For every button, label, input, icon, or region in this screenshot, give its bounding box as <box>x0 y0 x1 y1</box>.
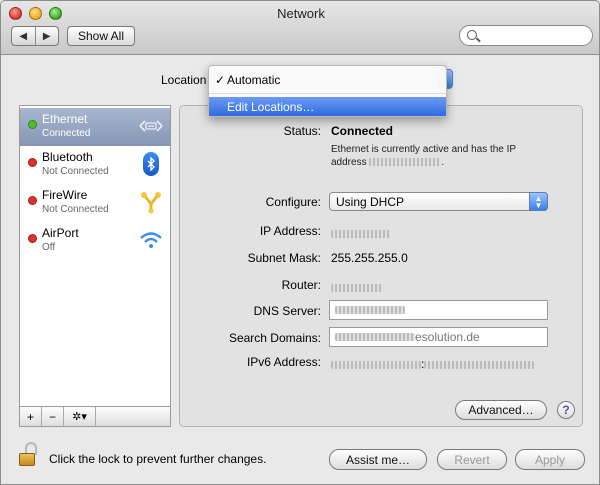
title-toolbar: Network ◀ ▶ Show All <box>1 1 599 55</box>
ipv6-address-value: : <box>331 357 535 371</box>
router-label: Router: <box>281 278 321 292</box>
service-name: AirPort <box>42 226 79 240</box>
service-status: Not Connected <box>42 166 109 177</box>
service-item-ethernet[interactable]: Ethernet Connected <box>20 108 170 146</box>
search-input[interactable] <box>459 25 593 46</box>
service-name: Ethernet <box>42 112 88 126</box>
revert-button[interactable]: Revert <box>437 449 507 470</box>
help-button[interactable]: ? <box>557 401 575 419</box>
status-dot-red <box>28 158 37 167</box>
status-dot-green <box>28 120 37 129</box>
status-description: Ethernet is currently active and has the… <box>331 144 517 168</box>
menu-item-edit-locations[interactable]: Edit Locations… <box>209 97 446 116</box>
service-name: Bluetooth <box>42 150 93 164</box>
status-dot-red <box>28 234 37 243</box>
lock-message: Click the lock to prevent further change… <box>49 452 267 466</box>
location-dropdown-menu: ✓ Automatic Edit Locations… <box>208 65 447 117</box>
search-domains-label: Search Domains: <box>228 331 321 345</box>
menu-item-automatic-label: Automatic <box>227 72 281 87</box>
configure-label: Configure: <box>265 195 321 209</box>
service-list: Ethernet Connected Bluetooth Not Connect… <box>19 105 171 427</box>
configure-value: Using DHCP <box>336 194 405 209</box>
router-value <box>331 280 383 294</box>
add-service-button[interactable]: + <box>20 407 42 426</box>
dns-server-field[interactable] <box>329 300 548 320</box>
ip-address-label: IP Address: <box>259 224 321 238</box>
assist-me-button[interactable]: Assist me… <box>329 449 427 470</box>
status-value: Connected <box>331 124 394 138</box>
dns-server-label: DNS Server: <box>253 304 321 318</box>
service-status: Connected <box>42 128 91 139</box>
configure-popup[interactable]: Using DHCP ▲ ▼ <box>329 192 548 211</box>
status-label: Status: <box>283 124 321 138</box>
service-item-bluetooth[interactable]: Bluetooth Not Connected <box>20 146 170 184</box>
service-item-firewire[interactable]: FireWire Not Connected <box>20 184 170 222</box>
ip-address-value <box>331 226 391 240</box>
service-item-airport[interactable]: AirPort Off <box>20 222 170 260</box>
bluetooth-icon <box>138 151 164 177</box>
ipv6-address-label: IPv6 Address: <box>246 355 321 369</box>
service-list-toolbar: + − ✲▾ <box>19 406 171 427</box>
menu-separator <box>209 93 446 94</box>
service-name: FireWire <box>42 188 88 202</box>
service-status: Off <box>42 242 56 253</box>
search-domains-field[interactable]: esolution.de <box>329 327 548 347</box>
show-all-button[interactable]: Show All <box>67 26 135 46</box>
menu-item-automatic[interactable]: ✓ Automatic <box>209 70 446 89</box>
network-preferences-window: Network ◀ ▶ Show All Location ✓ Automati… <box>0 0 600 485</box>
service-status: Not Connected <box>42 204 109 215</box>
forward-arrow-icon[interactable]: ▶ <box>34 27 59 45</box>
status-dot-red <box>28 196 37 205</box>
updown-arrows-icon: ▲ ▼ <box>529 192 548 211</box>
back-forward-control: ◀ ▶ <box>11 26 59 46</box>
window-title: Network <box>277 6 325 21</box>
remove-service-button[interactable]: − <box>42 407 64 426</box>
lock-icon[interactable] <box>19 442 39 468</box>
location-label: Location <box>161 73 207 87</box>
subnet-mask-value: 255.255.255.0 <box>331 251 408 265</box>
advanced-button[interactable]: Advanced… <box>455 400 547 420</box>
ethernet-icon <box>138 113 164 139</box>
back-arrow-icon[interactable]: ◀ <box>12 27 35 45</box>
search-icon <box>467 30 477 40</box>
gear-icon[interactable]: ✲▾ <box>64 407 96 426</box>
subnet-mask-label: Subnet Mask: <box>247 251 321 265</box>
checkmark-icon: ✓ <box>215 72 226 87</box>
redacted-ip <box>369 158 442 167</box>
firewire-icon <box>138 189 164 215</box>
airport-icon <box>138 227 164 253</box>
apply-button[interactable]: Apply <box>515 449 585 470</box>
